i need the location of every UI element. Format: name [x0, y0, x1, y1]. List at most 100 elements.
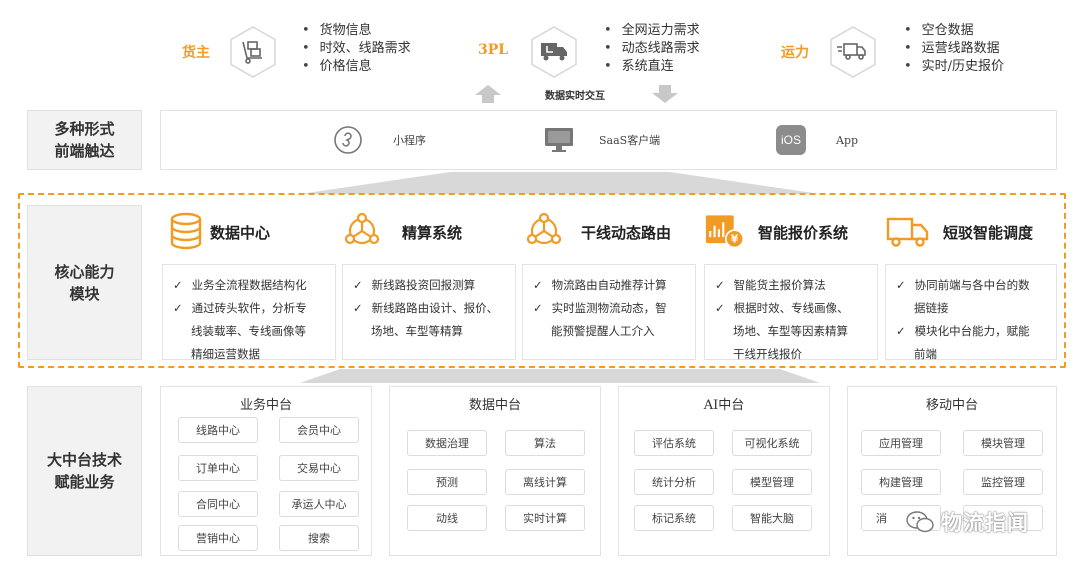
module-card-actuarial: 新线路投资回报测算 新线路路由设计、报价、 场地、车型等精算 [342, 264, 516, 360]
wechat-icon [906, 511, 934, 533]
desktop-monitor-icon [545, 128, 573, 152]
module-item-cont: 干线开线报价 [733, 347, 802, 361]
price-chart-icon: ¥ [705, 215, 745, 249]
ios-icon-text: iOS [780, 133, 801, 147]
platform-chip: 监控管理 [963, 469, 1043, 495]
platform-chip: 承运人中心 [279, 491, 359, 517]
shipper-bullet: 价格信息 [302, 58, 411, 76]
frontend-label: 小程序 [393, 134, 426, 147]
watermark: 物流指闻 [905, 507, 1029, 537]
module-item-cont: 场地、车型等精算 [371, 324, 463, 338]
network-nodes-icon [344, 212, 380, 245]
platform-chip: 标记系统 [634, 505, 714, 531]
platform-chip: 营销中心 [178, 525, 258, 551]
module-item: 新线路投资回报测算 [353, 274, 505, 297]
module-card-dynamic-routing: 物流路由自动推荐计算 实时监测物流动态，智 能预警提醒人工介入 [522, 264, 696, 360]
platform-chip: 可视化系统 [732, 430, 812, 456]
platform-chip: 预测 [407, 469, 487, 495]
module-card-data-center: 业务全流程数据结构化 通过砖头软件，分析专 线装载率、专线画像等 精细运营数据 [162, 264, 336, 361]
shipper-bullet: 时效、线路需求 [302, 40, 411, 58]
platform-chip: 交易中心 [279, 455, 359, 481]
frontend-label: SaaS客户端 [599, 134, 661, 147]
shipper-bullet: 货物信息 [302, 22, 411, 40]
hand-truck-icon [230, 26, 276, 78]
module-item: 实时监测物流动态，智 [533, 297, 685, 320]
platform-chip: 应用管理 [861, 430, 941, 456]
module-item: 根据时效、专线画像、 [715, 297, 867, 320]
row-label-line: 赋能业务 [54, 473, 115, 491]
module-item-cont: 据链接 [914, 301, 949, 315]
module-card-short-haul: 协同前端与各中台的数 据链接 模块化中台能力，赋能 前端 [885, 264, 1057, 361]
watermark-text: 物流指闻 [941, 511, 1029, 535]
module-card-smart-pricing: 智能货主报价算法 根据时效、专线画像、 场地、车型等因素精算 干线开线报价 [704, 264, 878, 361]
fast-truck-icon [830, 26, 876, 78]
tpl-bullet: 系统直连 [604, 58, 700, 76]
platform-chip: 会员中心 [279, 417, 359, 443]
module-title: 干线动态路由 [581, 224, 672, 242]
platform-chip: 构建管理 [861, 469, 941, 495]
platform-title: AI中台 [703, 398, 745, 413]
frontend-label: App [836, 133, 859, 147]
route-nodes-icon [526, 212, 562, 245]
tpl-bullet: 动态线路需求 [604, 40, 700, 58]
platform-chip: 实时计算 [505, 505, 585, 531]
ios-icon: iOS [776, 125, 806, 155]
module-item-cont: 能预警提醒人工介入 [551, 324, 655, 338]
delivery-truck-icon [531, 26, 577, 78]
module-item-cont: 精细运营数据 [191, 347, 260, 361]
module-item: 物流路由自动推荐计算 [533, 274, 685, 297]
frontend-item-saas: SaaS客户端 [543, 124, 660, 156]
carrier-bullets: 空仓数据 运营线路数据 实时/历史报价 [904, 22, 1004, 76]
platform-ai: AI中台 评估系统 可视化系统 统计分析 模型管理 标记系统 智能大脑 [618, 386, 830, 556]
platform-chip: 模块管理 [963, 430, 1043, 456]
platform-data: 数据中台 数据治理 算法 预测 离线计算 动线 实时计算 [389, 386, 601, 556]
carrier-bullet: 运营线路数据 [904, 40, 1004, 58]
platform-chip: 线路中心 [178, 417, 258, 443]
tpl-label: 3PL [478, 42, 509, 58]
platform-chip: 合同中心 [178, 491, 258, 517]
platform-chip: 评估系统 [634, 430, 714, 456]
platform-chip: 动线 [407, 505, 487, 531]
module-title: 精算系统 [402, 224, 463, 242]
truck-outline-icon [886, 217, 929, 247]
carrier-bullet: 空仓数据 [904, 22, 1004, 40]
platform-chip: 模型管理 [732, 469, 812, 495]
shipper-bullets: 货物信息 时效、线路需求 价格信息 [302, 22, 411, 76]
frontend-item-mini-program: 小程序 [333, 124, 426, 156]
module-title: 数据中心 [210, 224, 271, 242]
database-icon [170, 212, 202, 250]
platform-chip: 离线计算 [505, 469, 585, 495]
module-item: 新线路路由设计、报价、 [353, 297, 505, 320]
platform-chip: 订单中心 [178, 455, 258, 481]
row-label-line: 多种形式 [54, 120, 115, 138]
platform-title: 数据中台 [468, 398, 521, 413]
platform-title: 移动中台 [925, 398, 978, 413]
platform-chip: 统计分析 [634, 469, 714, 495]
carrier-bullet: 实时/历史报价 [904, 58, 1004, 76]
module-title: 智能报价系统 [758, 224, 849, 242]
platform-chip: 算法 [505, 430, 585, 456]
funnel-connector-bottom [300, 369, 820, 383]
row-label-line: 大中台技术 [46, 451, 122, 469]
platform-chip: 智能大脑 [732, 505, 812, 531]
module-title: 短驳智能调度 [943, 224, 1034, 242]
module-item: 通过砖头软件，分析专 [173, 297, 325, 320]
module-item: 业务全流程数据结构化 [173, 274, 325, 297]
row-label-frontend: 多种形式 前端触达 [27, 110, 142, 170]
row-label-line: 核心能力 [54, 262, 115, 281]
module-item-cont: 前端 [914, 347, 937, 361]
tpl-bullets: 全网运力需求 动态线路需求 系统直连 [604, 22, 700, 76]
shipper-label: 货主 [182, 45, 210, 61]
row-label-core: 核心能力 模块 [27, 205, 142, 360]
tpl-bullet: 全网运力需求 [604, 22, 700, 40]
mini-program-icon [334, 126, 362, 154]
row-label-platform: 大中台技术 赋能业务 [27, 386, 142, 556]
arrow-up-icon [475, 85, 501, 103]
carrier-label: 运力 [781, 45, 809, 61]
module-item: 模块化中台能力，赋能 [896, 320, 1046, 343]
platform-business: 业务中台 线路中心 会员中心 订单中心 交易中心 合同中心 承运人中心 营销中心… [160, 386, 372, 556]
module-item: 协同前端与各中台的数 [896, 274, 1046, 297]
module-item: 智能货主报价算法 [715, 274, 867, 297]
row-label-line: 前端触达 [54, 142, 115, 160]
module-item-cont: 场地、车型等因素精算 [733, 324, 848, 338]
